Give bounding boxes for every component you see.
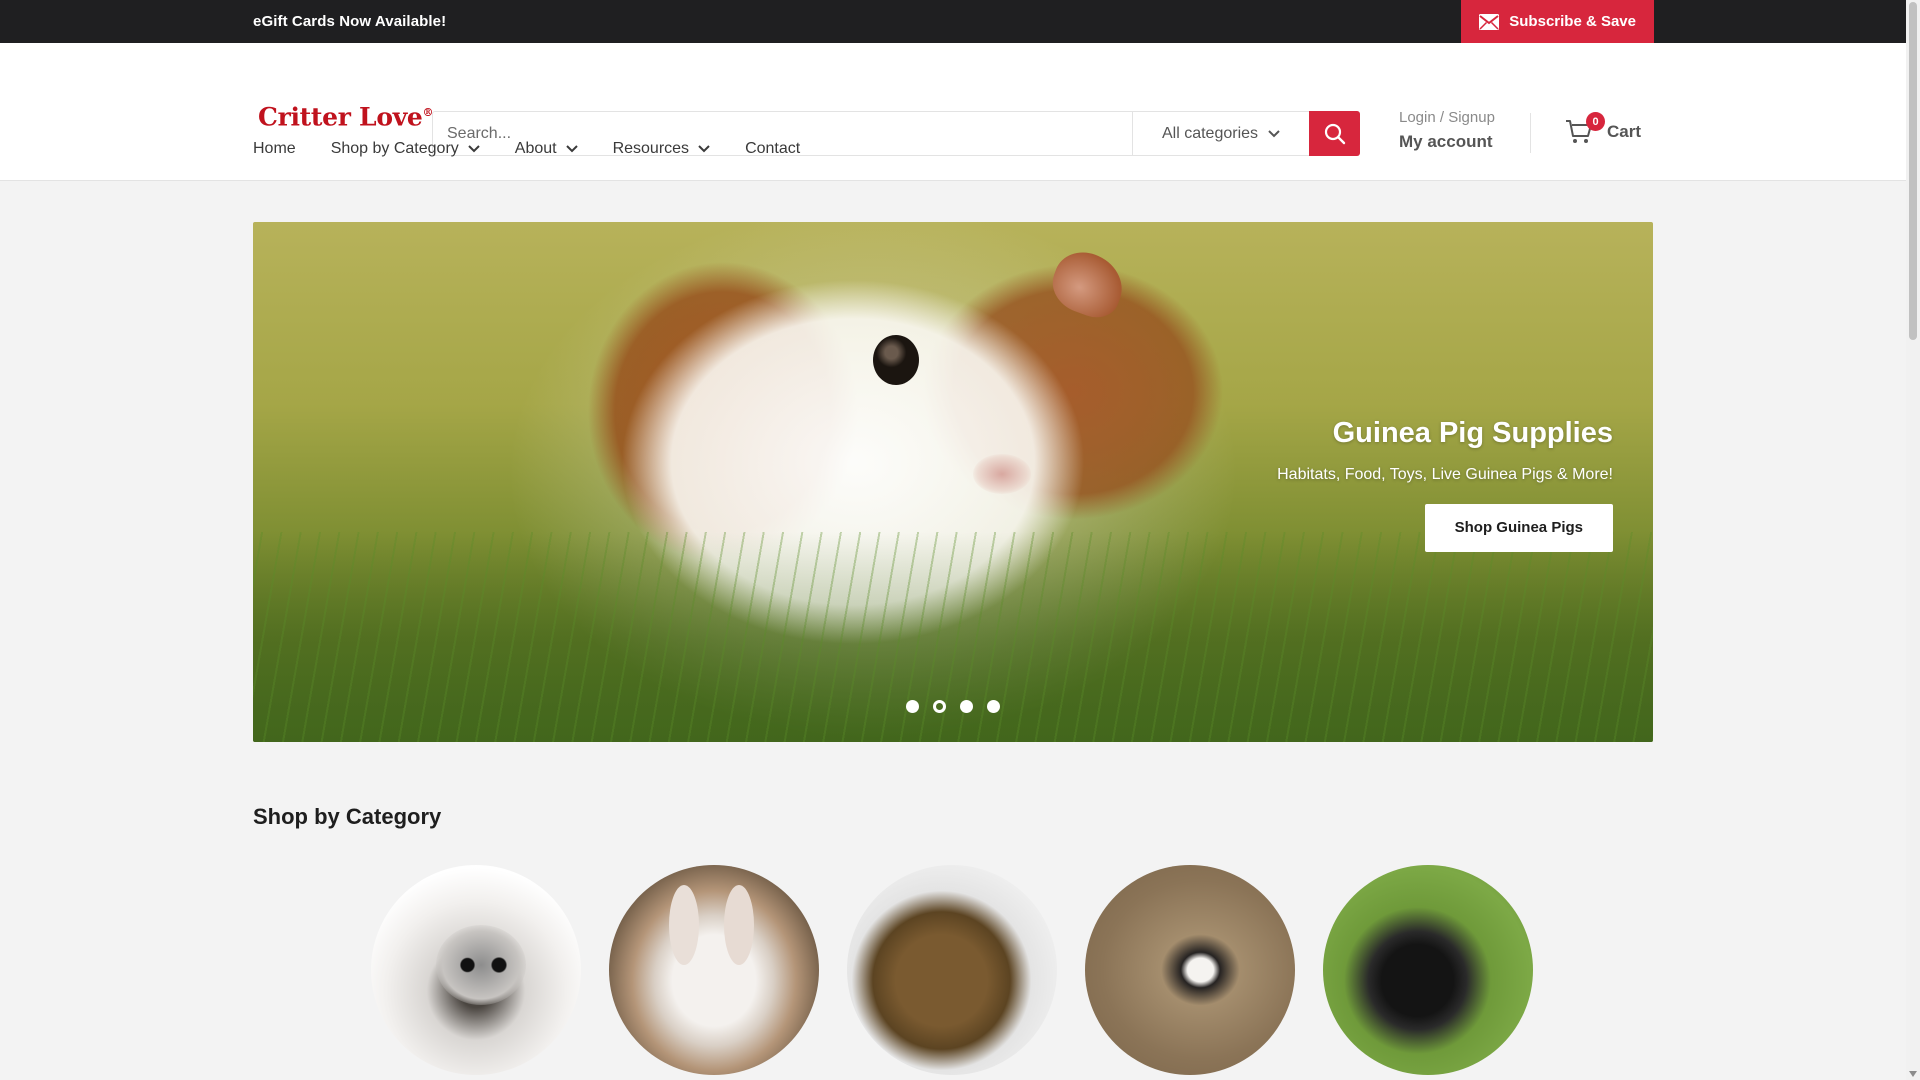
logo-text: Critter Love bbox=[258, 102, 423, 132]
slider-dots bbox=[906, 700, 1000, 713]
header-divider bbox=[1530, 113, 1531, 153]
slider-dot-3[interactable] bbox=[960, 700, 973, 713]
scroll-down-arrow-icon[interactable] bbox=[1909, 1071, 1917, 1077]
nav-item-shop-by-category[interactable]: Shop by Category bbox=[331, 140, 480, 158]
shop-by-category-heading: Shop by Category bbox=[253, 804, 442, 829]
nav-item-label: About bbox=[514, 140, 557, 157]
category-select[interactable]: All categories bbox=[1132, 112, 1309, 155]
page-scrollbar[interactable] bbox=[1906, 0, 1920, 1080]
hero-image-nose bbox=[973, 454, 1031, 494]
cart-label: Cart bbox=[1607, 122, 1642, 141]
nav-item-label: Contact bbox=[745, 140, 801, 157]
announcement-message[interactable]: eGift Cards Now Available! bbox=[253, 13, 446, 30]
slider-dot-2[interactable] bbox=[933, 700, 946, 713]
search-icon bbox=[1324, 123, 1345, 144]
category-list bbox=[371, 865, 1533, 1075]
subscribe-button[interactable]: Subscribe & Save bbox=[1461, 0, 1654, 43]
nav-item-label: Home bbox=[253, 140, 296, 157]
hero-image-ear bbox=[1044, 243, 1132, 325]
nav-item-resources[interactable]: Resources bbox=[613, 140, 710, 158]
chevron-down-icon bbox=[698, 145, 710, 153]
slider-dot-4[interactable] bbox=[987, 700, 1000, 713]
nav-item-about[interactable]: About bbox=[515, 140, 578, 158]
chevron-down-icon bbox=[565, 145, 578, 153]
slider-dot-1[interactable] bbox=[906, 700, 919, 713]
site-header: Critter Love® All categories Login / Sig… bbox=[0, 43, 1920, 181]
hero-content: Guinea Pig Supplies Habitats, Food, Toys… bbox=[1277, 417, 1613, 552]
hero-title: Guinea Pig Supplies bbox=[1332, 417, 1613, 449]
chevron-down-icon bbox=[468, 145, 480, 153]
chevron-down-icon bbox=[1268, 129, 1280, 137]
hero-image-eye bbox=[873, 335, 919, 385]
category-select-label: All categories bbox=[1161, 124, 1259, 142]
search-button[interactable] bbox=[1309, 111, 1360, 156]
category-guinea-pig[interactable] bbox=[847, 865, 1057, 1075]
cart-button[interactable]: 0 Cart bbox=[1565, 112, 1642, 145]
cart-count-badge: 0 bbox=[1586, 112, 1605, 131]
announcement-bar: eGift Cards Now Available! Subscribe & S… bbox=[0, 0, 1920, 43]
envelope-icon bbox=[1479, 13, 1500, 30]
category-black-goat[interactable] bbox=[1323, 865, 1533, 1075]
nav-item-label: Shop by Category bbox=[330, 140, 459, 157]
my-account-link[interactable]: My account bbox=[1399, 132, 1495, 152]
category-sugar-glider[interactable] bbox=[371, 865, 581, 1075]
category-rabbit[interactable] bbox=[609, 865, 819, 1075]
cart-icon-wrap: 0 bbox=[1565, 112, 1605, 145]
nav-item-label: Resources bbox=[612, 140, 690, 157]
hero-slider[interactable]: Guinea Pig Supplies Habitats, Food, Toys… bbox=[253, 222, 1653, 742]
nav-item-home[interactable]: Home bbox=[253, 140, 296, 158]
nav-item-contact[interactable]: Contact bbox=[745, 140, 800, 158]
site-logo[interactable]: Critter Love® bbox=[258, 102, 434, 132]
login-signup-link[interactable]: Login / Signup bbox=[1399, 109, 1495, 126]
shop-guinea-pigs-button[interactable]: Shop Guinea Pigs bbox=[1424, 504, 1613, 552]
scrollbar-thumb[interactable] bbox=[1909, 2, 1917, 340]
hero-subtitle: Habitats, Food, Toys, Live Guinea Pigs &… bbox=[1277, 466, 1613, 483]
main-nav: Home Shop by Category About Resources Co… bbox=[253, 140, 835, 158]
account-menu[interactable]: Login / Signup My account bbox=[1399, 109, 1495, 152]
category-goat-kid[interactable] bbox=[1085, 865, 1295, 1075]
subscribe-label: Subscribe & Save bbox=[1509, 13, 1636, 30]
